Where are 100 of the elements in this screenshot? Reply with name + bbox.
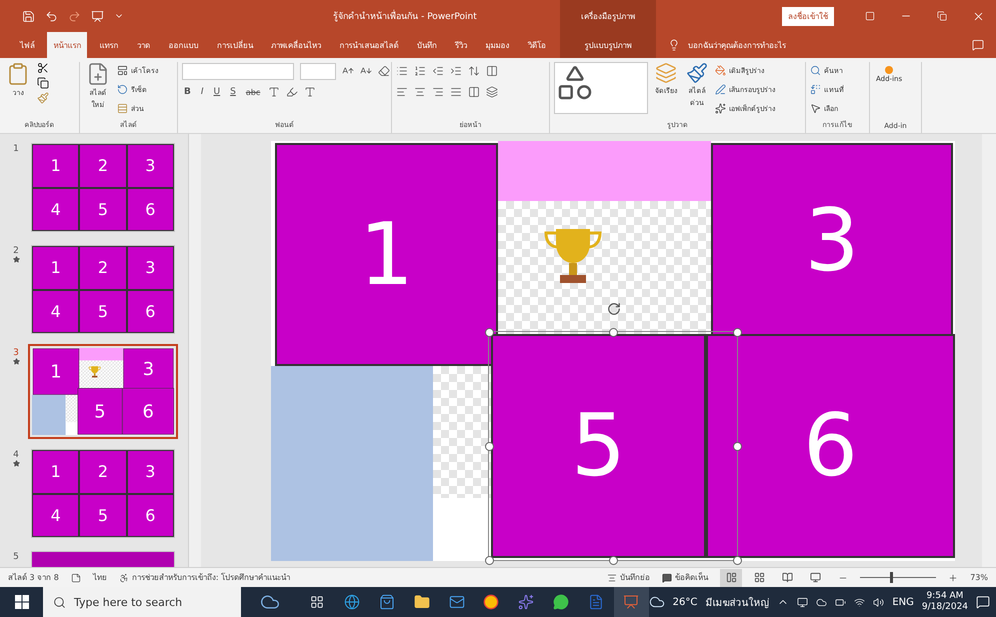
presentation-icon [91,10,104,22]
ribbon-tab[interactable]: การเปลี่ยน [210,32,259,58]
zoom-percent: 73% [970,573,988,582]
sign-in-button[interactable]: ลงชื่อเข้าใช้ [782,6,834,26]
indent-icon [450,65,462,77]
tile-number: 4 [32,494,80,537]
accessibility-icon [118,572,129,582]
pointer-icon [810,102,821,114]
tile-number: 3 [126,246,174,290]
slide-count: สไลด์ 3 จาก 8 [8,572,59,584]
header-band [79,348,124,360]
transparent-area [66,394,78,422]
view-icon [726,572,737,583]
task-view-icon [310,595,324,609]
weather-text: มีเมฆส่วนใหญ่ [705,596,770,610]
document-icon [588,594,604,610]
shapes-gallery[interactable] [554,62,648,114]
mail-icon [448,594,465,610]
clear-format-icon [378,65,390,77]
undo-icon [45,10,58,22]
number-tile: 6 [706,334,955,558]
sparkles-icon [518,594,534,610]
language-label: ไทย [92,572,107,584]
slide-thumbnail[interactable]: 1 2 3 4 5 6 [32,246,174,333]
font-size-field[interactable] [300,62,336,80]
resize-handle[interactable] [733,556,742,565]
search-icon [53,596,66,608]
highlighter-icon [286,86,298,98]
contextual-group-label: เครื่องมือรูปภาพ [560,0,656,32]
ribbon-tab[interactable]: วิดีโอ [522,32,552,58]
view-icon [810,572,821,583]
ribbon-tab[interactable]: บันทึก [410,32,443,58]
spellcheck-icon [70,572,81,582]
ribbon-tab[interactable]: รูปแบบรูปภาพ [560,32,656,58]
window-icon [865,11,875,21]
ribbon-tab[interactable]: รีวิว [449,32,474,58]
ribbon-tab[interactable]: การนำเสนอสไลด์ [334,32,405,58]
format-button[interactable]: U [212,87,222,97]
number-tile: 6 [122,388,174,435]
format-button[interactable]: abc [244,88,262,96]
tell-me-field[interactable]: บอกฉันว่าคุณต้องการทำอะไร [688,38,786,52]
globe-icon [344,594,360,610]
format-button[interactable]: I [198,87,206,97]
tile-number: 1 [32,144,80,188]
comment-icon [972,39,984,51]
taskbar-search-field[interactable]: Type here to search [43,587,242,617]
windows-icon [14,595,29,609]
tile-number: 3 [126,144,174,188]
resize-handle[interactable] [609,556,618,565]
rotate-handle[interactable] [607,302,621,316]
presentation-icon [623,594,640,610]
comment-icon [662,572,672,582]
notification-icon [976,595,990,609]
weather-icon [648,594,665,610]
tile-number: 5 [79,188,127,231]
notes-icon [607,572,618,582]
save-icon [22,10,35,22]
columns-icon [468,86,480,98]
slide-thumbnail[interactable]: 1 3 5 6 [32,348,174,435]
ribbon-tab[interactable]: วาด [131,32,156,58]
clock[interactable]: 9:54 AM 9/18/2024 [922,590,968,614]
ribbon-tab[interactable]: ออกแบบ [162,32,204,58]
shopping-bag-icon [378,594,395,610]
align-left-icon [396,86,408,98]
resize-handle[interactable] [485,556,494,565]
view-button[interactable] [720,568,742,586]
search-icon [810,64,821,76]
reset-icon [117,84,128,94]
slide-thumbnail[interactable]: 1 2 3 4 5 6 [32,450,174,537]
format-button[interactable]: B [182,87,193,97]
ribbon-tab[interactable]: ไฟล์ [14,32,41,58]
lightbulb-icon [668,39,680,51]
view-icon [782,572,793,583]
tile-number: 1 [32,450,80,494]
justify-icon [450,86,462,98]
format-painter-icon [37,92,49,104]
slide-thumbnail[interactable]: 1 2 3 4 5 6 [32,144,174,231]
ribbon-tab[interactable]: มุมมอง [480,32,516,58]
cloud-icon [816,596,828,608]
tile-number: 5 [79,494,127,537]
tile-number: 4 [32,290,80,333]
ribbon-tab[interactable]: หน้าแรก [47,32,88,58]
zoom-in-icon [948,572,958,582]
accessibility-button[interactable]: การช่วยสำหรับการเข้าถึง: โปรดศึกษาคำแนะนำ [118,571,290,584]
format-button[interactable]: S [228,87,238,97]
input-language: ENG [892,596,914,608]
ribbon-tab[interactable]: แทรก [94,32,125,58]
comments-button[interactable]: ข้อคิดเห็น [662,571,708,584]
dot-icon [885,66,894,74]
tile-number: 1 [32,246,80,290]
paint-bucket-icon [715,64,726,76]
number-tile: 1 [275,143,498,366]
align-center-icon [414,86,426,98]
tile-number: 4 [32,188,80,231]
font-name-field[interactable] [182,62,294,80]
restore-icon [937,11,947,21]
align-right-icon [432,86,444,98]
folder-icon [414,594,430,610]
ribbon-tab[interactable]: ภาพเคลื่อนไหว [265,32,328,58]
notes-button[interactable]: บันทึกย่อ [607,571,650,584]
